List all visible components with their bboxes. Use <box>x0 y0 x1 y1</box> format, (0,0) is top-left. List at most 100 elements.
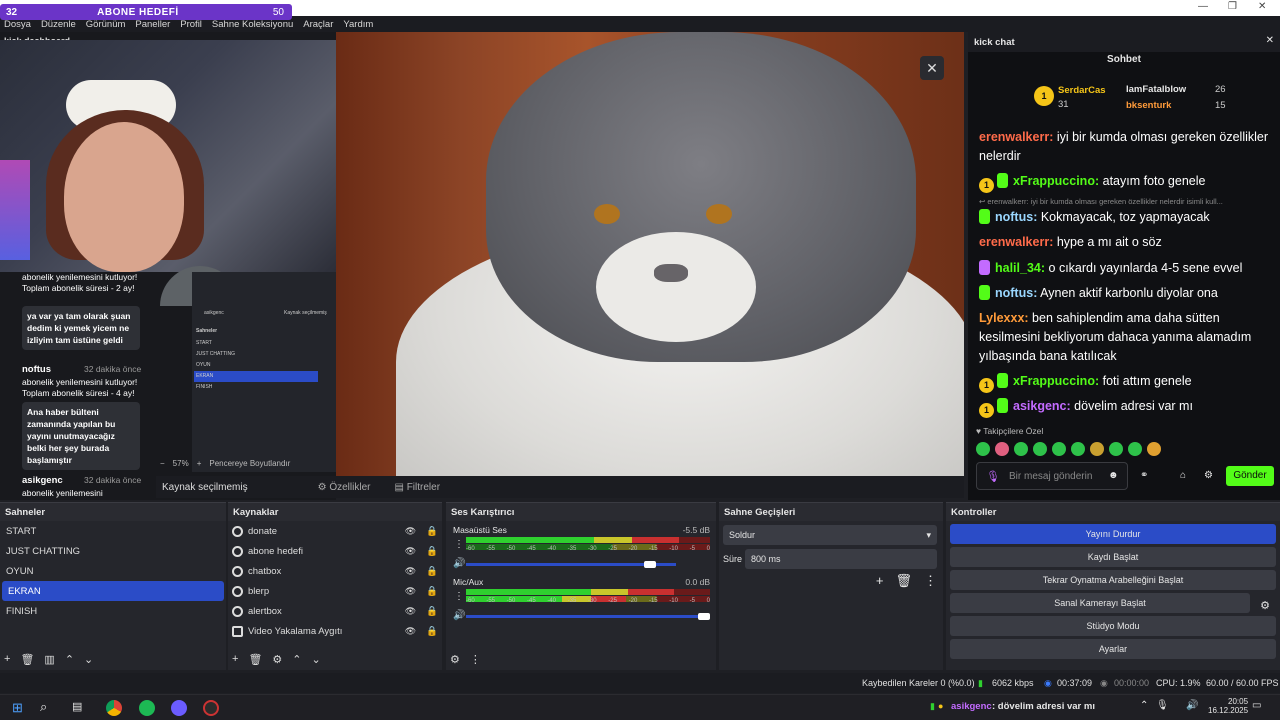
add-icon[interactable]: + <box>232 653 238 666</box>
mic-icon[interactable]: 🎙 <box>986 470 1000 483</box>
eye-icon[interactable]: 👁 <box>405 546 416 557</box>
chevron-up-icon[interactable]: ⌃ <box>65 653 74 666</box>
menu-scene-collection[interactable]: Sahne Koleksiyonu <box>212 19 293 30</box>
lock-icon[interactable]: 🔒 <box>426 526 438 537</box>
store-icon[interactable]: ⌂ <box>1180 470 1186 481</box>
filter-icon[interactable]: ▥ <box>44 653 54 666</box>
menu-file[interactable]: Dosya <box>4 19 31 30</box>
scene-item[interactable]: OYUN <box>0 561 226 581</box>
chat-user[interactable]: Lylexxx <box>979 311 1024 325</box>
fit-to-window[interactable]: Pencereye Boyutlandır <box>209 459 290 468</box>
chat-tab[interactable]: Sohbet <box>968 54 1280 65</box>
podium-user-3[interactable]: bksenturk <box>1126 100 1171 111</box>
menu-edit[interactable]: Düzenle <box>41 19 76 30</box>
source-item[interactable]: Video Yakalama Aygıtı 👁 🔒 <box>228 621 442 641</box>
discord-icon[interactable] <box>171 700 187 716</box>
lock-icon[interactable]: 🔒 <box>426 626 438 637</box>
virtual-camera-button[interactable]: Sanal Kamerayı Başlat <box>950 593 1250 613</box>
replay-buffer-button[interactable]: Tekrar Oynatma Arabelleğini Başlat <box>950 570 1276 590</box>
lock-icon[interactable]: 🔒 <box>426 606 438 617</box>
emoji-icon[interactable]: ☻ <box>1108 470 1119 481</box>
gear-icon[interactable]: ⚙ <box>450 653 460 666</box>
trash-icon[interactable]: 🗑 <box>895 573 912 589</box>
gear-icon[interactable]: ⚙ <box>272 653 282 666</box>
trash-icon[interactable]: 🗑 <box>20 653 34 666</box>
filters-button[interactable]: ▤ Filtreler <box>394 482 440 493</box>
chat-user[interactable]: erenwalkerr <box>979 130 1049 144</box>
eye-icon[interactable]: 👁 <box>405 626 416 637</box>
search-icon[interactable]: ⌕ <box>40 699 47 715</box>
eye-icon[interactable]: 👁 <box>405 586 416 597</box>
emote-icon[interactable] <box>1128 442 1142 456</box>
emote-icon[interactable] <box>1033 442 1047 456</box>
emote-icon[interactable] <box>1090 442 1104 456</box>
minus-icon[interactable]: − <box>160 459 165 468</box>
volume-slider[interactable] <box>466 615 710 618</box>
maximize-icon[interactable]: ❐ <box>1228 1 1237 12</box>
scene-item[interactable]: FINISH <box>0 601 226 621</box>
close-window-icon[interactable]: ✕ <box>1258 1 1266 12</box>
add-icon[interactable]: + <box>4 653 10 666</box>
lock-icon[interactable]: 🔒 <box>426 546 438 557</box>
chrome-icon[interactable] <box>106 700 122 716</box>
spotify-icon[interactable] <box>139 700 155 716</box>
mic-tray-icon[interactable]: 🎙 <box>1156 700 1169 711</box>
stop-streaming-button[interactable]: Yayını Durdur <box>950 524 1276 544</box>
kebab-icon[interactable]: ⋮ <box>470 653 481 666</box>
chat-user[interactable]: noftus <box>995 286 1033 300</box>
source-item[interactable]: alertbox 👁 🔒 <box>228 601 442 621</box>
chat-user[interactable]: erenwalkerr <box>979 235 1049 249</box>
trash-icon[interactable]: 🗑 <box>248 653 262 666</box>
chevron-down-icon[interactable]: ⌄ <box>84 653 93 666</box>
eye-icon[interactable]: 👁 <box>405 606 416 617</box>
chevron-up-icon[interactable]: ⌃ <box>292 653 301 666</box>
emote-icon[interactable] <box>1147 442 1161 456</box>
source-item[interactable]: abone hedefi 👁 🔒 <box>228 541 442 561</box>
chevron-up-icon[interactable]: ⌃ <box>1140 700 1148 711</box>
lock-icon[interactable]: 🔒 <box>426 586 438 597</box>
add-icon[interactable]: + <box>876 573 884 589</box>
eye-icon[interactable]: 👁 <box>405 566 416 577</box>
settings-icon[interactable]: ⚙ <box>1204 470 1213 481</box>
eye-icon[interactable]: 👁 <box>405 526 416 537</box>
volume-icon[interactable]: 🔊 <box>1186 700 1198 711</box>
menu-docks[interactable]: Paneller <box>135 19 170 30</box>
link-icon[interactable]: ⚭ <box>1140 470 1148 481</box>
duration-spinbox[interactable]: 800 ms <box>745 549 937 569</box>
scene-item[interactable]: JUST CHATTING <box>0 541 226 561</box>
close-icon[interactable]: ✕ <box>920 56 944 80</box>
chat-user[interactable]: halil_34 <box>995 261 1041 275</box>
scene-item-selected[interactable]: EKRAN <box>2 581 224 601</box>
kebab-icon[interactable]: ⋮ <box>454 539 464 550</box>
podium-user-1[interactable]: SerdarCas <box>1058 85 1106 96</box>
chat-user[interactable]: asikgenc <box>1013 399 1067 413</box>
emote-icon[interactable] <box>976 442 990 456</box>
chat-user[interactable]: xFrappuccino <box>1013 174 1095 188</box>
send-button[interactable]: Gönder <box>1226 466 1274 486</box>
task-view-icon[interactable]: ▤ <box>72 700 82 713</box>
kebab-icon[interactable]: ⋮ <box>924 573 937 589</box>
emote-icon[interactable] <box>1109 442 1123 456</box>
scene-item[interactable]: START <box>0 521 226 541</box>
source-item[interactable]: donate 👁 🔒 <box>228 521 442 541</box>
minimize-icon[interactable]: — <box>1198 1 1208 12</box>
menu-help[interactable]: Yardım <box>343 19 373 30</box>
clock[interactable]: 20:05 16.12.2025 <box>1208 697 1248 715</box>
speaker-icon[interactable]: 🔊 <box>453 558 465 569</box>
left-user-noftus[interactable]: noftus <box>22 364 51 375</box>
chat-user[interactable]: xFrappuccino <box>1013 374 1095 388</box>
settings-button[interactable]: Ayarlar <box>950 639 1276 659</box>
lock-icon[interactable]: 🔒 <box>426 566 438 577</box>
emote-icon[interactable] <box>995 442 1009 456</box>
transition-select[interactable]: Soldur ▾ <box>723 525 937 545</box>
start-recording-button[interactable]: Kaydı Başlat <box>950 547 1276 567</box>
menu-view[interactable]: Görünüm <box>86 19 126 30</box>
chat-user[interactable]: noftus <box>995 210 1033 224</box>
windows-start-icon[interactable]: ⊞ <box>12 700 23 716</box>
obs-icon[interactable] <box>203 700 219 716</box>
menu-tools[interactable]: Araçlar <box>303 19 333 30</box>
properties-button[interactable]: ⚙ Özellikler <box>318 482 371 493</box>
plus-icon[interactable]: + <box>197 459 202 468</box>
left-user-asikgenc[interactable]: asikgenc <box>22 475 63 486</box>
kebab-icon[interactable]: ⋮ <box>454 591 464 602</box>
